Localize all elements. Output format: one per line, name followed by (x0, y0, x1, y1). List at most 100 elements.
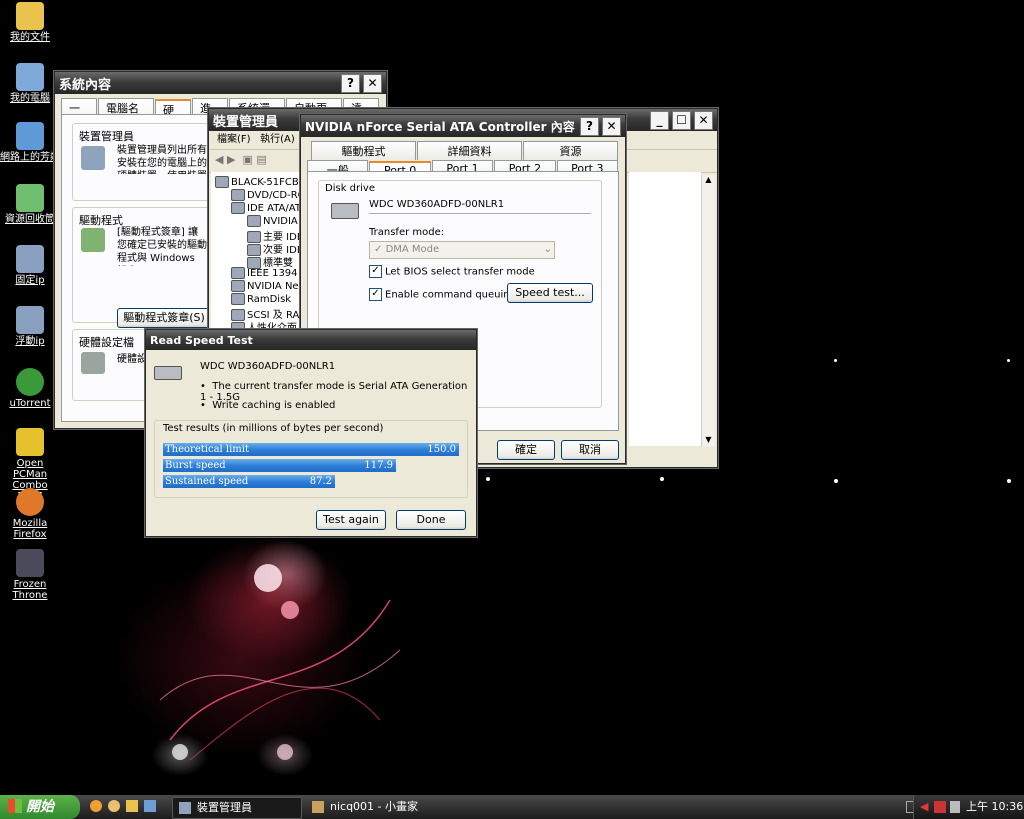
quicklaunch-desktop-icon[interactable] (144, 800, 156, 812)
read-speed-test-dialog: Read Speed Test WDC WD360ADFD-00NLR1 • T… (145, 329, 477, 537)
results-bars: Theoretical limit 150.0 Burst speed 117.9 Su… (163, 443, 459, 493)
tree-item[interactable]: DVD/CD-ROM (231, 189, 301, 201)
forward-arrow-icon[interactable]: ▶ (227, 153, 235, 166)
help-button[interactable]: ? (580, 116, 599, 136)
desktop-icon-network-places[interactable]: 網路上的芳鄰 (0, 122, 60, 163)
shortcut-icon (16, 245, 44, 273)
close-button[interactable]: ✕ (694, 110, 713, 130)
properties-icon[interactable]: ▣ (242, 153, 252, 166)
results-title: Test results (in millions of bytes per s… (163, 423, 384, 434)
desktop-icon-dynamic-ip[interactable]: 浮動ip (0, 306, 60, 347)
result-label: Sustained speed (165, 476, 249, 487)
cdrom-icon (231, 189, 245, 201)
menu-file[interactable]: 檔案(F) (217, 134, 251, 145)
scroll-up-icon[interactable]: ▲ (702, 175, 715, 187)
firefox-icon (16, 488, 44, 516)
network-icon (16, 122, 44, 150)
folder-icon (16, 2, 44, 30)
device-manager-icon (179, 802, 191, 814)
task-paint[interactable]: nicq001 - 小畫家 (306, 797, 470, 817)
vertical-scrollbar[interactable]: ▲ ▼ (701, 175, 715, 447)
menu-action[interactable]: 執行(A) (260, 134, 295, 145)
done-button[interactable]: Done (396, 510, 466, 530)
command-queuing-checkbox[interactable]: ✓ (369, 288, 382, 301)
expand-tray-icon[interactable]: ◀ (920, 795, 928, 819)
hard-drive-icon (331, 203, 359, 219)
tab-details[interactable]: 詳細資料 (416, 141, 522, 160)
close-button[interactable]: ✕ (602, 116, 621, 136)
let-bios-checkbox-row[interactable]: ✓ Let BIOS select transfer mode (369, 265, 535, 278)
let-bios-checkbox[interactable]: ✓ (369, 265, 382, 278)
help-icon[interactable]: ▤ (256, 153, 266, 166)
speed-test-button[interactable]: Speed test... (507, 283, 593, 303)
sparkle (1007, 359, 1010, 362)
network-warning-icon[interactable] (934, 801, 946, 813)
desktop-icon-frozen-throne[interactable]: Frozen Throne (0, 549, 60, 601)
bullet-icon: • (200, 400, 206, 411)
driver-signing-button[interactable]: 驅動程式簽章(S) (117, 308, 211, 328)
ide-controller-icon (231, 202, 245, 214)
computer-icon (215, 176, 229, 188)
window-title: Read Speed Test (150, 333, 253, 347)
desktop-icon-my-documents[interactable]: 我的文件 (0, 2, 60, 43)
result-row: Sustained speed 87.2 (163, 475, 335, 488)
result-value: 87.2 (309, 476, 332, 487)
drive-name: WDC WD360ADFD-00NLR1 (200, 361, 336, 372)
close-button[interactable]: ✕ (363, 73, 382, 93)
cancel-button[interactable]: 取消 (561, 440, 619, 460)
test-again-button[interactable]: Test again (316, 510, 386, 530)
tab-driver[interactable]: 驅動程式 (311, 141, 416, 160)
desktop-icon-recycle-bin[interactable]: 資源回收筒 (0, 184, 60, 225)
title-bar[interactable]: NVIDIA nForce Serial ATA Controller 內容 ?… (301, 115, 625, 137)
maximize-button[interactable]: ☐ (672, 110, 691, 130)
utorrent-icon (16, 368, 44, 396)
task-device-manager[interactable]: 裝置管理員 (172, 797, 302, 819)
tree-item[interactable]: IEEE 1394 (231, 267, 298, 279)
results-group: Test results (in millions of bytes per s… (154, 420, 468, 498)
help-button[interactable]: ? (341, 73, 360, 93)
tree-item[interactable]: IDE ATA/ATAPI (231, 202, 301, 214)
scroll-down-icon[interactable]: ▼ (702, 435, 715, 447)
result-row: Theoretical limit 150.0 (163, 443, 459, 456)
desktop-icon-static-ip[interactable]: 固定ip (0, 245, 60, 286)
ok-button[interactable]: 確定 (497, 440, 555, 460)
sparkle (834, 359, 837, 362)
quicklaunch-messenger-icon[interactable] (108, 800, 120, 812)
right-pane (629, 172, 701, 446)
sparkle (486, 477, 490, 481)
start-button[interactable]: 開始 (0, 795, 80, 819)
tab-resources[interactable]: 資源 (522, 141, 619, 160)
back-arrow-icon[interactable]: ◀ (215, 153, 223, 166)
result-value: 150.0 (427, 444, 456, 455)
quicklaunch-folder-icon[interactable] (126, 800, 138, 812)
hard-drive-icon (154, 366, 182, 380)
command-queuing-checkbox-row[interactable]: ✓ Enable command queuing (369, 288, 516, 301)
tree-item[interactable]: NVIDIA (247, 215, 298, 227)
tree-item[interactable]: NVIDIA Ne (231, 280, 299, 292)
bullet-write-caching: • Write caching is enabled (200, 400, 336, 411)
group-title: 裝置管理員 (79, 130, 134, 143)
window-title: 系統內容 (59, 77, 112, 93)
tree-item[interactable]: RamDisk (231, 293, 291, 305)
minimize-button[interactable]: _ (650, 110, 669, 130)
hardware-profiles-icon (81, 352, 105, 374)
quicklaunch-ie-icon[interactable] (90, 800, 102, 812)
volume-icon[interactable] (950, 801, 960, 813)
desktop-icon-firefox[interactable]: Mozilla Firefox (0, 488, 60, 540)
transfer-mode-select[interactable]: ✓ DMA Mode ⌄ (369, 241, 555, 259)
desktop-icon-my-computer[interactable]: 我的電腦 (0, 63, 60, 104)
bullet-icon: • (200, 381, 206, 392)
network-adapter-icon (231, 280, 245, 292)
clock[interactable]: 上午 10:36 (966, 795, 1023, 819)
desktop-icon-utorrent[interactable]: uTorrent (0, 368, 60, 409)
tree-item[interactable]: BLACK-51FCB4 (215, 176, 301, 188)
tab-row-upper: 驅動程式 詳細資料 資源 (301, 137, 625, 160)
title-bar[interactable]: 系統內容 ? ✕ (55, 72, 386, 94)
ramdisk-icon (231, 293, 245, 305)
pcman-icon (16, 428, 44, 456)
taskbar: 開始 裝置管理員 nicq001 - 小畫家 ◀ 上午 10:36 (0, 795, 1024, 819)
title-bar[interactable]: Read Speed Test (146, 330, 476, 350)
result-row: Burst speed 117.9 (163, 459, 396, 472)
ieee1394-icon (231, 267, 245, 279)
sparkle (660, 477, 664, 481)
